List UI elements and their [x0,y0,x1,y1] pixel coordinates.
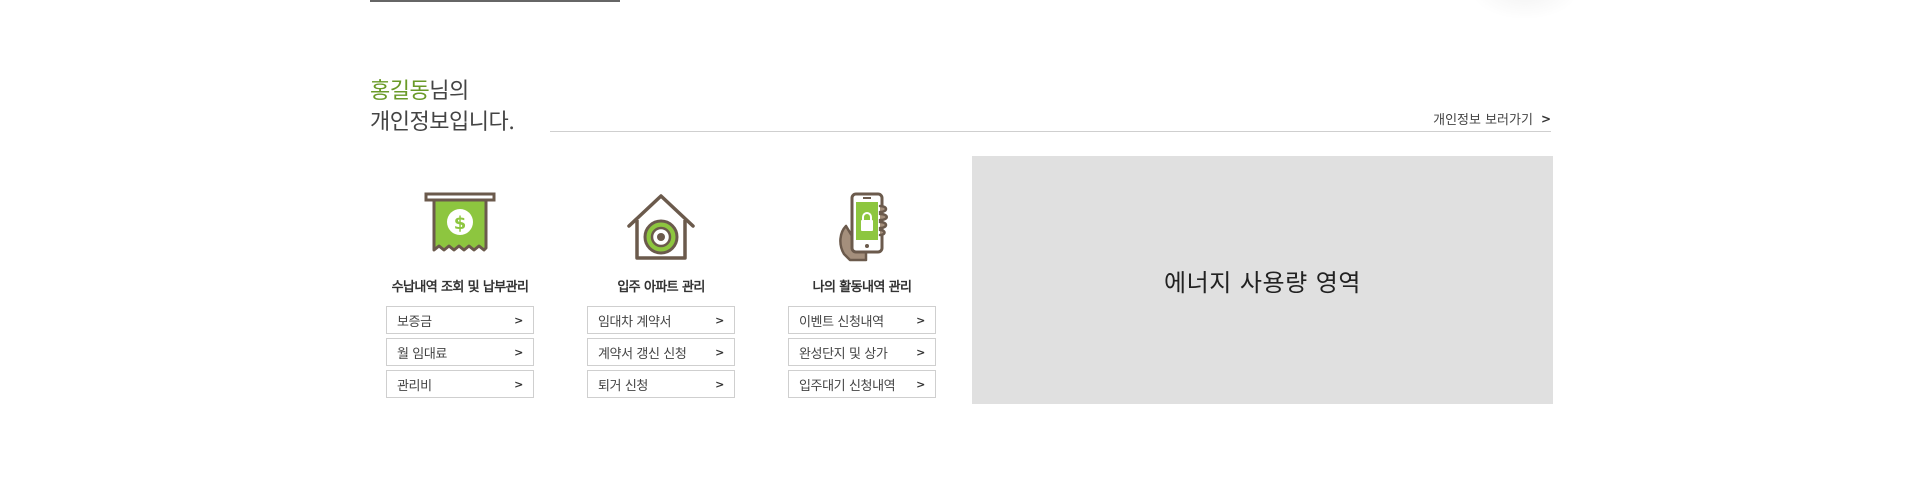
energy-usage-label: 에너지 사용량 영역 [1164,268,1361,297]
chevron-right-icon: > [715,345,724,359]
activity-section: 나의 활동내역 관리 이벤트 신청내역 > 완성단지 및 상가 > 입주대기 신청내… [786,192,938,402]
chevron-right-icon: > [715,377,724,391]
link-label: 입주대기 신청내역 [799,378,896,394]
link-label: 월 임대료 [397,346,447,362]
top-divider [370,0,620,2]
link-deposit[interactable]: 보증금 > [386,306,534,334]
link-label: 계약서 갱신 신청 [598,346,687,362]
view-personal-info-link[interactable]: 개인정보 보러가기 > [1433,109,1551,129]
apartment-section-title: 입주 아파트 관리 [617,280,705,295]
decorative-shadow [1470,0,1580,20]
link-contract-renewal[interactable]: 계약서 갱신 신청 > [587,338,735,366]
greeting-heading: 홍길동님의 개인정보입니다. [370,76,515,138]
section-divider [550,131,1551,132]
chevron-right-icon: > [916,345,925,359]
link-label: 관리비 [397,378,432,394]
link-move-in-waitlist[interactable]: 입주대기 신청내역 > [788,370,936,398]
link-monthly-rent[interactable]: 월 임대료 > [386,338,534,366]
svg-text:$: $ [454,213,467,234]
house-safe-icon [627,194,695,260]
link-label: 보증금 [397,314,432,330]
greeting-suffix: 님의 [429,79,469,104]
phone-lock-icon [839,192,888,262]
link-lease-contract[interactable]: 임대차 계약서 > [587,306,735,334]
greeting-line-2: 개인정보입니다. [370,110,515,135]
payment-section-title: 수납내역 조회 및 납부관리 [391,280,529,295]
payment-section: $ 수납내역 조회 및 납부관리 보증금 > 월 임대료 > 관리비 > [384,192,536,402]
chevron-right-icon: > [514,377,523,391]
view-personal-info-label: 개인정보 보러가기 [1433,113,1533,128]
chevron-right-icon: > [1540,111,1551,126]
chevron-right-icon: > [916,377,925,391]
chevron-right-icon: > [916,313,925,327]
apartment-section: 입주 아파트 관리 임대차 계약서 > 계약서 갱신 신청 > 퇴거 신청 > [585,192,737,402]
link-event-applications[interactable]: 이벤트 신청내역 > [788,306,936,334]
link-management-fee[interactable]: 관리비 > [386,370,534,398]
receipt-dollar-icon: $ [424,192,496,252]
greeting-line-1: 홍길동님의 [370,76,515,107]
link-label: 완성단지 및 상가 [799,346,888,362]
link-label: 퇴거 신청 [598,378,648,394]
activity-section-title: 나의 활동내역 관리 [812,280,912,295]
user-name: 홍길동 [370,79,430,104]
chevron-right-icon: > [514,345,523,359]
link-completed-complex[interactable]: 완성단지 및 상가 > [788,338,936,366]
link-move-out[interactable]: 퇴거 신청 > [587,370,735,398]
chevron-right-icon: > [514,313,523,327]
link-label: 임대차 계약서 [598,314,672,330]
energy-usage-panel: 에너지 사용량 영역 [972,156,1553,404]
chevron-right-icon: > [715,313,724,327]
link-label: 이벤트 신청내역 [799,314,884,330]
